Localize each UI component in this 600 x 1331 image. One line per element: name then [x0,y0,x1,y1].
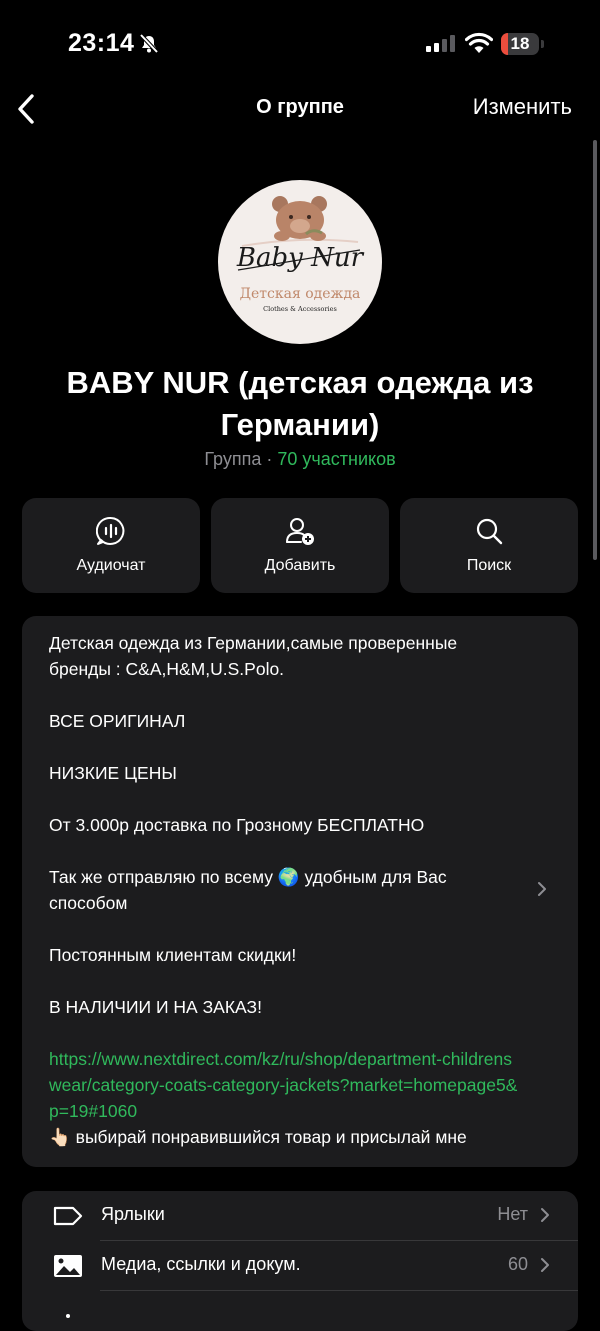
navigation-bar: О группе Изменить [0,88,600,128]
group-type: Группа [204,449,262,469]
description-link[interactable]: https://www.nextdirect.com/kz/ru/shop/de… [49,1046,519,1124]
group-avatar[interactable]: Baby Nur Детская одежда Clothes & Access… [218,180,382,344]
battery-indicator: 18 [501,33,539,55]
add-member-button[interactable]: Добавить [211,498,389,593]
search-label: Поиск [466,557,512,574]
audio-chat-icon [96,516,125,545]
media-value: 60 [507,1254,528,1274]
group-name: BABY NUR (детская одежда из Германии) [66,365,534,442]
logo-tagline: Clothes & Accessories [263,305,337,313]
tag-icon [53,1206,83,1226]
edit-button[interactable]: Изменить [473,94,572,120]
search-button[interactable]: Поиск [400,498,578,593]
wifi-icon [465,32,493,53]
group-description[interactable]: Детская одежда из Германии,самые провере… [22,616,578,1167]
search-icon [476,518,503,545]
logo-script: Baby Nur [236,243,365,273]
description-line: НИЗКИЕ ЦЕНЫ [49,763,177,783]
row-icon [66,1314,70,1318]
description-line: В НАЛИЧИИ И НА ЗАКАЗ! [49,997,262,1017]
description-line: От 3.000р доставка по Грозному БЕСПЛАТНО [49,815,425,835]
battery-tip [541,40,544,48]
media-row[interactable]: Медиа, ссылки и докум. 60 [22,1241,578,1291]
status-time: 23:14 [68,29,135,57]
labels-row[interactable]: Ярлыки Нет [22,1191,578,1241]
scroll-indicator[interactable] [593,140,597,560]
chevron-right-icon [541,1208,549,1222]
cellular-signal-icon [426,35,455,52]
audio-chat-label: Аудиочат [76,557,146,574]
description-line: 👆🏻 выбирай понравившийся товар и присыла… [49,1127,467,1147]
chevron-right-icon [538,882,546,896]
bell-muted-icon [139,33,159,54]
battery-level: 18 [510,34,530,53]
status-bar: 23:14 18 [0,0,600,88]
add-member-label: Добавить [264,557,336,574]
members-count[interactable]: 70 участников [277,449,395,469]
settings-list: Ярлыки Нет Медиа, ссылки и докум. 60 [22,1191,578,1331]
chevron-right-icon [541,1258,549,1272]
meta-separator: · [261,449,278,469]
next-row[interactable] [22,1291,578,1331]
bear-logo-icon: Baby Nur Детская одежда Clothes & Access… [236,196,365,313]
add-user-icon [286,518,314,545]
description-line: ВСЕ ОРИГИНАЛ [49,711,186,731]
description-line: Постоянным клиентам скидки! [49,945,297,965]
action-buttons: Аудиочат Добавить Поиск [22,498,578,593]
description-line: Так же отправляю по всему 🌍 удобным для … [49,867,447,913]
media-label: Медиа, ссылки и докум. [101,1254,301,1274]
image-icon [54,1255,82,1277]
labels-label: Ярлыки [101,1204,165,1224]
labels-value: Нет [497,1204,528,1224]
description-line: Детская одежда из Германии,самые провере… [49,633,458,679]
logo-subtitle: Детская одежда [240,286,361,302]
group-meta: Группа · 70 участников [0,449,600,470]
description-text: Детская одежда из Германии,самые провере… [49,630,519,1150]
audio-chat-button[interactable]: Аудиочат [22,498,200,593]
